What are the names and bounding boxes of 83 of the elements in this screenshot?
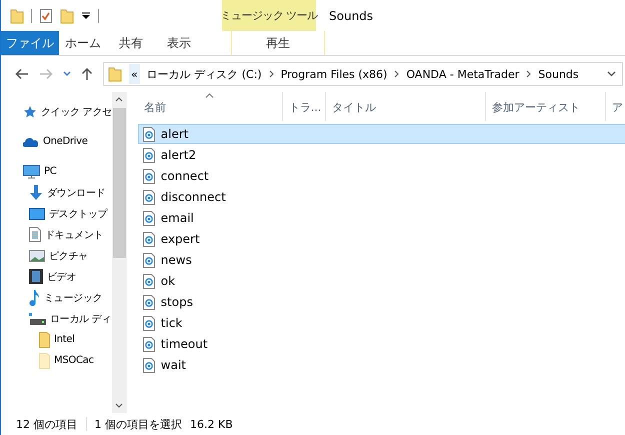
breadcrumb[interactable]: Sounds: [538, 68, 579, 80]
sidebar-item[interactable]: PC: [1, 161, 112, 182]
context-tab-header: ミュージック ツール: [222, 0, 316, 31]
sidebar-item[interactable]: デスクトップ: [1, 203, 112, 224]
column-header[interactable]: ア: [606, 92, 625, 121]
audio-file-icon: [142, 232, 155, 246]
sidebar-item[interactable]: MSOCac: [1, 350, 112, 371]
file-row[interactable]: news: [138, 250, 625, 270]
selection-info: 1 個の項目を選択: [94, 416, 182, 432]
ribbon-tab[interactable]: ファイル: [1, 31, 59, 55]
file-row[interactable]: alert2: [138, 145, 625, 165]
chevron-right-icon: [526, 70, 532, 78]
file-row[interactable]: wait: [138, 355, 625, 375]
music-note-icon: [29, 290, 40, 306]
file-row[interactable]: connect: [138, 166, 625, 186]
chevron-down-icon[interactable]: [607, 71, 616, 77]
star-icon: [23, 104, 37, 118]
sort-ascending-icon: [204, 93, 214, 98]
sidebar-item[interactable]: ドキュメント: [1, 224, 112, 245]
audio-file-icon: [142, 168, 155, 184]
audio-file-icon: [142, 294, 155, 310]
file-row[interactable]: ok: [138, 271, 625, 291]
dropdown-icon[interactable]: [81, 10, 91, 20]
ribbon-tab[interactable]: 共有: [107, 31, 155, 55]
sidebar-item[interactable]: ビデオ: [1, 266, 112, 287]
cloud-icon: [23, 136, 39, 146]
audio-file-icon: [142, 126, 155, 142]
folder-icon: [108, 66, 122, 82]
back-icon[interactable]: [15, 68, 29, 80]
window-title: Sounds: [328, 8, 374, 24]
address-bar[interactable]: « ローカル ディスク (C:) Program Files (x86) OANDA - MetaTrader Sounds: [103, 62, 623, 86]
checklist-icon[interactable]: [39, 8, 53, 24]
sidebar-item[interactable]: ダウンロード: [1, 182, 112, 203]
chevron-up-icon[interactable]: [115, 97, 124, 102]
chevron-right-icon: [394, 70, 400, 78]
ribbon-tab[interactable]: ホーム: [59, 31, 107, 55]
breadcrumb[interactable]: OANDA - MetaTrader: [406, 68, 520, 80]
sidebar-item[interactable]: Intel: [1, 329, 112, 350]
up-icon[interactable]: [81, 67, 93, 81]
document-icon: [29, 227, 41, 242]
file-row[interactable]: disconnect: [138, 187, 625, 207]
pictures-icon: [29, 250, 45, 262]
audio-file-icon: [142, 190, 155, 204]
sidebar-item[interactable]: ローカル ディ: [1, 308, 112, 329]
selection-size: 16.2 KB: [190, 418, 233, 430]
file-row[interactable]: email: [138, 208, 625, 228]
item-count: 12 個の項目: [16, 416, 78, 432]
column-header[interactable]: 参加アーティスト: [486, 92, 606, 121]
audio-file-icon: [142, 210, 155, 226]
download-icon: [29, 184, 43, 200]
chevron-down-icon[interactable]: [115, 403, 124, 408]
ribbon-tab[interactable]: 再生: [231, 31, 325, 55]
audio-file-icon: [142, 358, 155, 372]
sidebar-item[interactable]: OneDrive: [1, 131, 112, 152]
audio-file-icon: [142, 316, 155, 330]
sidebar-item[interactable]: ピクチャ: [1, 245, 112, 266]
audio-file-icon: [142, 148, 155, 162]
file-row[interactable]: alert: [138, 124, 625, 144]
column-header[interactable]: 名前: [138, 92, 283, 121]
folder-icon: [39, 332, 50, 348]
audio-file-icon: [142, 252, 155, 268]
file-row[interactable]: timeout: [138, 334, 625, 354]
column-header[interactable]: タイトル: [326, 92, 486, 121]
desktop-icon: [29, 208, 45, 220]
monitor-icon: [23, 164, 40, 178]
audio-file-icon: [142, 336, 155, 352]
file-row[interactable]: tick: [138, 313, 625, 333]
audio-file-icon: [142, 274, 155, 288]
sidebar-item[interactable]: クイック アクセ: [1, 101, 112, 122]
file-row[interactable]: expert: [138, 229, 625, 249]
scrollbar[interactable]: [112, 92, 127, 413]
breadcrumb[interactable]: Program Files (x86): [280, 68, 388, 80]
overflow-button[interactable]: «: [129, 64, 140, 84]
film-icon: [29, 269, 43, 284]
chevron-right-icon: [268, 70, 274, 78]
sidebar-item[interactable]: ミュージック: [1, 287, 112, 308]
chevron-down-icon[interactable]: [63, 71, 71, 77]
drive-icon: [29, 312, 46, 324]
ribbon-tab[interactable]: 表示: [155, 31, 203, 55]
file-row[interactable]: stops: [138, 292, 625, 312]
column-header[interactable]: トラ...: [282, 92, 326, 121]
folder-icon: [39, 352, 50, 368]
breadcrumb[interactable]: ローカル ディスク (C:): [146, 66, 262, 82]
